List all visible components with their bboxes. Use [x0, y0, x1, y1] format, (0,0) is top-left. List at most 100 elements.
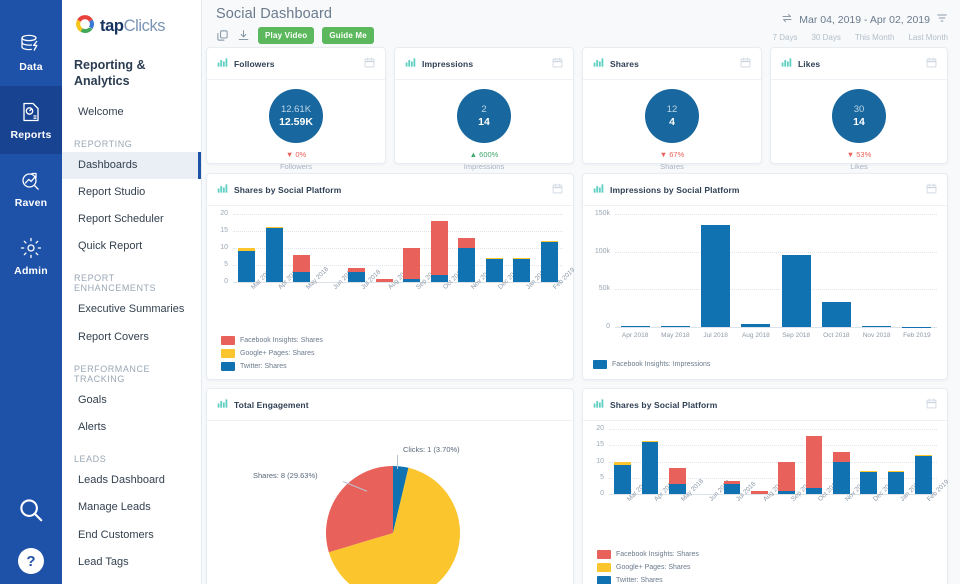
panel-shares-by-social-platform-left[interactable]: Shares by Social Platform 05101520Mar 20…: [206, 173, 574, 380]
bar-column[interactable]: [431, 214, 448, 282]
bar-column[interactable]: [458, 214, 475, 282]
bar-segment: [701, 225, 730, 327]
bar-column[interactable]: [696, 429, 713, 494]
calendar-icon[interactable]: [740, 55, 751, 73]
bar-column[interactable]: [614, 429, 631, 494]
kpi-card-likes[interactable]: Likes 30 14 ▼ 53% Likes: [770, 47, 948, 164]
y-axis-tick: 15: [583, 441, 604, 448]
kpi-body: 12 4 ▼ 67% Shares: [583, 80, 761, 171]
search-icon[interactable]: [16, 495, 46, 530]
bar-column[interactable]: [751, 429, 768, 494]
bar-column[interactable]: [860, 429, 877, 494]
sidebar-item-end-customers[interactable]: End Customers: [62, 522, 201, 549]
bar-column[interactable]: [822, 214, 851, 327]
brand-logo[interactable]: tapClicks: [62, 10, 201, 40]
bar-column[interactable]: [238, 214, 255, 282]
date-range-picker[interactable]: Mar 04, 2019 - Apr 02, 2019: [773, 12, 948, 27]
legend-item[interactable]: Facebook Insights: Shares: [597, 550, 772, 559]
kpi-card-followers[interactable]: Followers 12.61K 12.59K ▼ 0% Followers: [206, 47, 386, 164]
sidebar-item-executive-summaries[interactable]: Executive Summaries: [62, 296, 201, 323]
rail-label-data: Data: [19, 61, 43, 73]
sidebar-item-welcome[interactable]: Welcome: [62, 90, 201, 126]
play-video-button[interactable]: Play Video: [258, 27, 314, 44]
calendar-icon[interactable]: [552, 55, 563, 73]
panel-total-engagement[interactable]: Total Engagement Clicks: 1 (3.70%)Shares…: [206, 388, 574, 584]
bar-column[interactable]: [782, 214, 811, 327]
bar-column[interactable]: [621, 214, 650, 327]
download-icon[interactable]: [237, 29, 250, 42]
bar-column[interactable]: [266, 214, 283, 282]
sidebar-item-goals[interactable]: Goals: [62, 387, 201, 414]
bar-column[interactable]: [321, 214, 338, 282]
bar-column[interactable]: [806, 429, 823, 494]
bar-column[interactable]: [513, 214, 530, 282]
bar-column[interactable]: [915, 429, 932, 494]
sidebar-item-report-covers[interactable]: Report Covers: [62, 324, 201, 351]
calendar-icon[interactable]: [926, 396, 937, 414]
quick-range-7-days[interactable]: 7 Days: [773, 33, 798, 42]
calendar-icon[interactable]: [926, 55, 937, 73]
bar-column[interactable]: [376, 214, 393, 282]
rail-item-raven[interactable]: Raven: [0, 154, 62, 222]
x-axis-tick: Aug 2018: [736, 332, 776, 339]
bar-column[interactable]: [403, 214, 420, 282]
calendar-icon[interactable]: [926, 181, 937, 199]
sidebar-item-quick-report[interactable]: Quick Report: [62, 233, 201, 260]
bar-column[interactable]: [661, 214, 690, 327]
help-icon[interactable]: ?: [18, 548, 44, 574]
bar-column[interactable]: [741, 214, 770, 327]
guide-me-button[interactable]: Guide Me: [322, 27, 374, 44]
bar-segment: [862, 326, 891, 327]
copy-icon[interactable]: [216, 29, 229, 42]
sidebar-item-dashboards[interactable]: Dashboards: [62, 152, 201, 179]
sidebar-item-lead-tags[interactable]: Lead Tags: [62, 549, 201, 576]
bar-column[interactable]: [669, 429, 686, 494]
quick-range-this-month[interactable]: This Month: [855, 33, 895, 42]
kpi-card-shares[interactable]: Shares 12 4 ▼ 67% Shares: [582, 47, 762, 164]
bar-column[interactable]: [724, 429, 741, 494]
sidebar-item-report-scheduler[interactable]: Report Scheduler: [62, 206, 201, 233]
bar-column[interactable]: [888, 429, 905, 494]
bar-column[interactable]: [486, 214, 503, 282]
panel-impressions-by-social-platform[interactable]: Impressions by Social Platform 050k100k1…: [582, 173, 948, 380]
y-axis-tick: 15: [207, 227, 228, 234]
bar-segment: [293, 255, 310, 272]
bar-column[interactable]: [862, 214, 891, 327]
sidebar-item-alerts[interactable]: Alerts: [62, 414, 201, 441]
bar-column[interactable]: [541, 214, 558, 282]
rail-item-admin[interactable]: Admin: [0, 222, 62, 290]
legend-item[interactable]: Twitter: Shares: [221, 362, 396, 371]
calendar-icon[interactable]: [364, 55, 375, 73]
legend-item[interactable]: Google+ Pages: Shares: [221, 349, 396, 358]
legend-item[interactable]: Facebook Insights: Shares: [221, 336, 396, 345]
quick-range-last-month[interactable]: Last Month: [908, 33, 948, 42]
legend-item[interactable]: Twitter: Shares: [597, 576, 772, 584]
quick-range-30-days[interactable]: 30 Days: [811, 33, 840, 42]
panel-shares-by-social-platform-right[interactable]: Shares by Social Platform 05101520Mar 20…: [582, 388, 948, 584]
bar-column[interactable]: [642, 429, 659, 494]
bar-column[interactable]: [778, 429, 795, 494]
kpi-card-impressions[interactable]: Impressions 2 14 ▲ 600% Impressions: [394, 47, 574, 164]
bar-chart-icon: [405, 55, 416, 73]
sidebar-item-leads-dashboard[interactable]: Leads Dashboard: [62, 467, 201, 494]
bar-column[interactable]: [701, 214, 730, 327]
bar-segment: [642, 441, 659, 442]
filter-icon[interactable]: [936, 12, 948, 27]
bar-segment: [486, 258, 503, 282]
rail-item-data[interactable]: Data: [0, 18, 62, 86]
legend-item[interactable]: Facebook Insights: Impressions: [593, 360, 793, 369]
legend-label: Facebook Insights: Shares: [240, 337, 323, 344]
sidebar-item-manage-leads[interactable]: Manage Leads: [62, 494, 201, 521]
card-title: Total Engagement: [234, 400, 309, 410]
bar-column[interactable]: [902, 214, 931, 327]
bar-column[interactable]: [348, 214, 365, 282]
sidebar-item-report-studio[interactable]: Report Studio: [62, 179, 201, 206]
bar-column[interactable]: [833, 429, 850, 494]
calendar-icon[interactable]: [552, 181, 563, 199]
legend-label: Twitter: Shares: [616, 577, 663, 584]
bar-column[interactable]: [293, 214, 310, 282]
legend-item[interactable]: Google+ Pages: Shares: [597, 563, 772, 572]
dashboard-main: Social Dashboard Play Vid: [202, 0, 960, 584]
rail-item-reports[interactable]: Reports: [0, 86, 62, 154]
pie-svg: [207, 415, 573, 584]
